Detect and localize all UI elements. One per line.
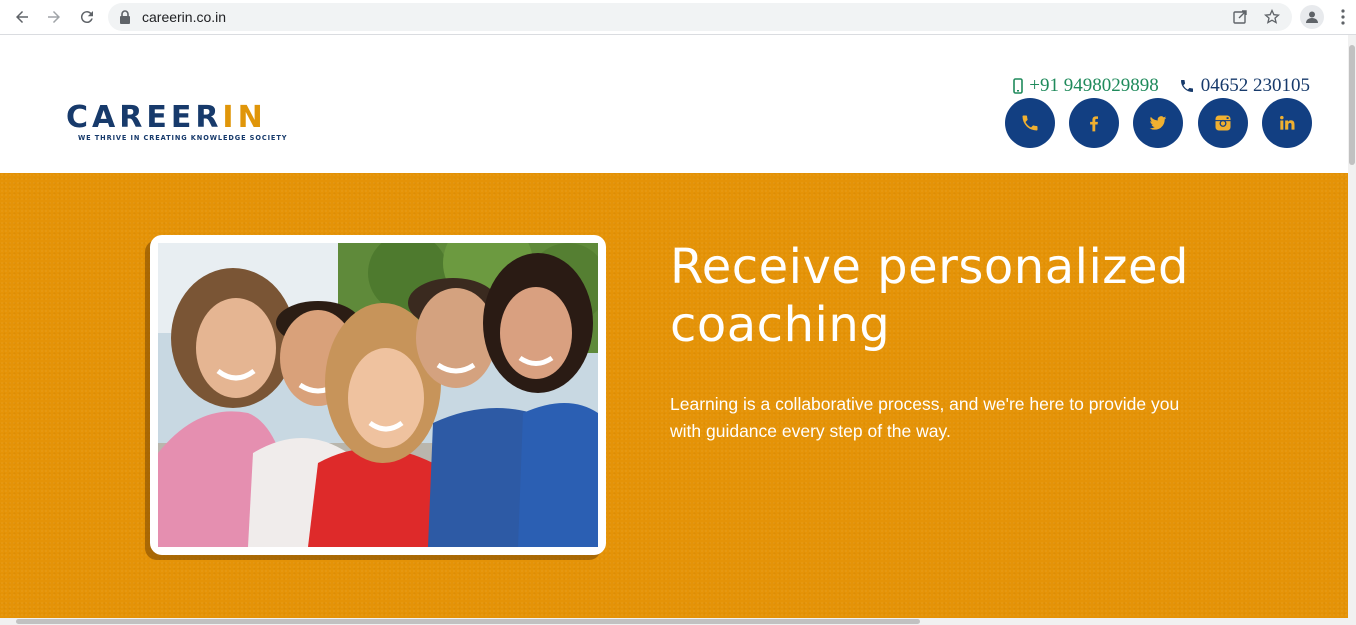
vertical-scrollbar-thumb[interactable]: [1349, 45, 1355, 165]
phone-icon[interactable]: [1005, 98, 1055, 148]
instagram-icon[interactable]: [1198, 98, 1248, 148]
students-group-photo: [158, 243, 598, 547]
landline-number[interactable]: 04652 230105: [1201, 75, 1310, 97]
contact-info: +91 9498029898 04652 230105: [1013, 74, 1310, 98]
logo-part-in: IN: [222, 100, 267, 135]
facebook-icon[interactable]: [1069, 98, 1119, 148]
horizontal-scrollbar-thumb[interactable]: [16, 619, 920, 624]
browser-toolbar: careerin.co.in: [0, 0, 1356, 35]
more-vert-icon[interactable]: [1336, 8, 1350, 26]
hero-title: Receive personalized coaching: [670, 239, 1189, 353]
careerin-logo[interactable]: CAREERIN WE THRIVE IN CREATING KNOWLEDGE…: [66, 103, 331, 143]
twitter-icon[interactable]: [1133, 98, 1183, 148]
hero-description: Learning is a collaborative process, and…: [670, 394, 1180, 441]
landline-phone-icon: [1180, 80, 1193, 92]
logo-part-career: CAREER: [66, 100, 223, 135]
share-icon[interactable]: [1232, 9, 1248, 25]
horizontal-scrollbar[interactable]: [0, 618, 1356, 625]
logo-tagline: WE THRIVE IN CREATING KNOWLEDGE SOCIETY: [78, 134, 288, 142]
logo-wordmark: CAREERIN: [66, 103, 331, 133]
reload-icon[interactable]: [75, 5, 99, 29]
mobile-number[interactable]: +91 9498029898: [1029, 75, 1158, 97]
star-icon[interactable]: [1264, 9, 1280, 25]
hero-section: Receive personalized coaching Learning i…: [0, 173, 1348, 618]
url-text: careerin.co.in: [142, 9, 227, 25]
students-photo-illustration: [158, 243, 598, 547]
back-arrow-icon[interactable]: [10, 5, 34, 29]
hero-photo-frame: [150, 235, 606, 555]
lock-icon: [120, 10, 130, 24]
linkedin-icon[interactable]: [1262, 98, 1312, 148]
social-links: [1005, 98, 1315, 148]
address-bar[interactable]: careerin.co.in: [108, 3, 1292, 31]
profile-icon[interactable]: [1300, 5, 1324, 29]
site-header: CAREERIN WE THRIVE IN CREATING KNOWLEDGE…: [0, 35, 1348, 173]
vertical-scrollbar[interactable]: [1348, 35, 1356, 618]
forward-arrow-icon[interactable]: [42, 5, 66, 29]
mobile-phone-icon: [1013, 78, 1024, 94]
